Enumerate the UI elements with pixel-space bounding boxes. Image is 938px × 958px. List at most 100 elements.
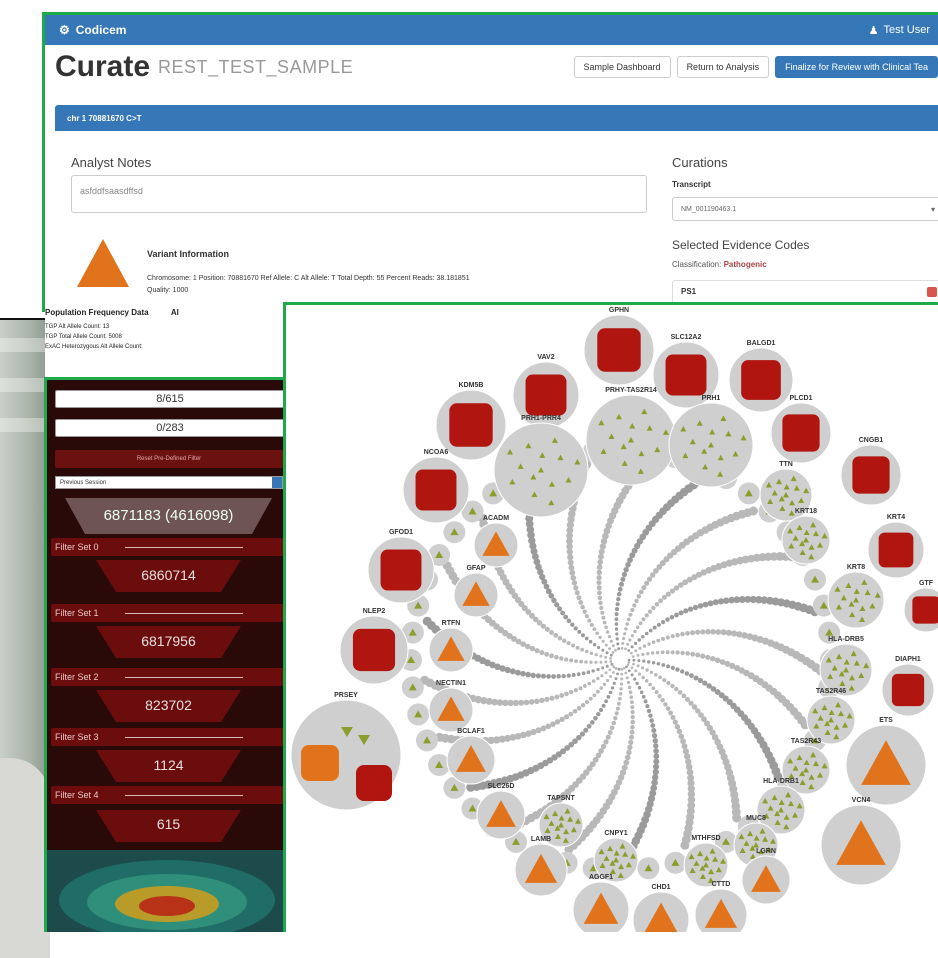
gene-dot[interactable] <box>597 559 604 565</box>
gene-dot[interactable] <box>636 653 640 657</box>
gene-dot[interactable] <box>549 695 555 701</box>
gene-dot[interactable] <box>644 580 650 586</box>
gene-dot[interactable] <box>611 644 615 648</box>
gene-dot[interactable] <box>683 608 689 614</box>
gene-dot[interactable] <box>643 699 648 704</box>
gene-dot[interactable] <box>568 564 575 571</box>
gene-dot[interactable] <box>626 680 631 685</box>
gene-dot[interactable] <box>617 667 621 671</box>
gene-dot[interactable] <box>633 629 637 634</box>
gene-dot[interactable] <box>580 647 584 652</box>
gene-dot[interactable] <box>675 667 680 672</box>
gene-dot[interactable] <box>598 707 604 713</box>
app-brand[interactable]: ⚙ Codicem <box>59 23 126 37</box>
filter-set-row[interactable]: Filter Set 4 <box>51 786 284 804</box>
gene-dot[interactable] <box>546 674 551 679</box>
gene-dot[interactable] <box>615 637 619 641</box>
gene-dot[interactable] <box>612 681 616 685</box>
gene-dot[interactable] <box>685 630 690 636</box>
gene-dot[interactable] <box>634 598 639 604</box>
gene-dot[interactable] <box>614 666 618 670</box>
gene-dot[interactable] <box>663 702 668 707</box>
gene-dot[interactable] <box>574 659 578 663</box>
gene-dot[interactable] <box>614 627 619 631</box>
filter-set-row[interactable]: Filter Set 0 <box>51 538 284 556</box>
gene-dot[interactable] <box>661 663 666 667</box>
gene-dot[interactable] <box>615 602 620 607</box>
gene-dot[interactable] <box>684 753 691 760</box>
gene-dot[interactable] <box>619 687 623 691</box>
gene-dot[interactable] <box>614 648 617 652</box>
gene-dot[interactable] <box>597 645 601 650</box>
gene-dot[interactable] <box>610 686 615 690</box>
gene-dot[interactable] <box>634 669 638 673</box>
gene-dot[interactable] <box>630 651 633 655</box>
gene-dot[interactable] <box>569 569 576 576</box>
gene-dot[interactable] <box>566 673 571 678</box>
gene-dot[interactable] <box>666 664 671 669</box>
gene-dot[interactable] <box>569 689 574 695</box>
gene-dot[interactable] <box>607 635 611 639</box>
gene-dot[interactable] <box>569 658 574 663</box>
gene-dot[interactable] <box>627 685 632 690</box>
gene-dot[interactable] <box>608 690 613 695</box>
gene-dot[interactable] <box>620 677 624 681</box>
gene-dot[interactable] <box>630 645 634 649</box>
gene-dot[interactable] <box>675 650 680 655</box>
gene-dot[interactable] <box>630 673 634 677</box>
gene-dot[interactable] <box>596 580 602 586</box>
transcript-select[interactable]: NM_001190463.1 ▾ <box>672 197 938 221</box>
gene-bubble-diaph1[interactable]: DIAPH1 <box>881 656 935 717</box>
gene-dot[interactable] <box>594 660 598 664</box>
gene-dot[interactable] <box>620 672 624 676</box>
gene-dot[interactable] <box>730 630 738 637</box>
gene-dot[interactable] <box>680 840 690 850</box>
gene-dot[interactable] <box>556 674 561 679</box>
gene-dot[interactable] <box>593 716 598 721</box>
gene-dot[interactable] <box>561 673 566 679</box>
gene-dot[interactable] <box>625 665 628 669</box>
gene-dot[interactable] <box>670 683 675 689</box>
gene-dot[interactable] <box>665 591 671 597</box>
gene-dot[interactable] <box>652 733 658 739</box>
user-menu[interactable]: ♟ Test User <box>869 24 930 37</box>
gene-dot[interactable] <box>715 629 722 635</box>
gene-dot[interactable] <box>637 686 642 690</box>
gene-dot[interactable] <box>666 680 671 686</box>
gene-dot[interactable] <box>598 635 602 640</box>
gene-dot[interactable] <box>648 713 653 718</box>
gene-dot[interactable] <box>596 585 602 591</box>
gene-dot[interactable] <box>657 694 662 699</box>
gene-dot[interactable] <box>629 729 635 735</box>
gene-dot[interactable] <box>662 678 667 683</box>
gene-dot[interactable] <box>674 686 679 692</box>
gene-dot[interactable] <box>541 673 546 679</box>
gene-dot[interactable] <box>714 657 721 664</box>
gene-dot[interactable] <box>583 684 587 688</box>
gene-dot[interactable] <box>592 693 597 698</box>
gene-dot[interactable] <box>654 673 658 677</box>
filter-set-row[interactable]: Filter Set 1 <box>51 604 284 622</box>
gene-dot[interactable] <box>574 590 580 596</box>
gene-dot[interactable] <box>628 612 633 617</box>
gene-dot[interactable] <box>672 719 678 725</box>
gene-dot[interactable] <box>626 617 631 622</box>
gene-dot[interactable] <box>652 625 657 630</box>
gene-dot[interactable] <box>630 607 635 613</box>
gene-dot[interactable] <box>646 652 650 656</box>
gene-dot[interactable] <box>607 730 613 735</box>
gene-dot[interactable] <box>636 594 642 599</box>
gene-dot[interactable] <box>603 739 609 745</box>
gene-dot[interactable] <box>700 653 706 659</box>
gene-dot[interactable] <box>581 671 586 676</box>
gene-dot[interactable] <box>653 748 659 754</box>
gene-dot[interactable] <box>562 638 567 643</box>
gene-dot[interactable] <box>620 576 626 582</box>
gene-dot[interactable] <box>520 670 526 677</box>
gene-bubble-cngb1[interactable]: CNGB1 <box>840 437 902 506</box>
gene-dot[interactable] <box>655 650 660 655</box>
gene-dot[interactable] <box>620 667 623 671</box>
gene-bubble-gfod1[interactable]: GFOD1 <box>367 529 435 604</box>
gene-dot[interactable] <box>422 616 432 626</box>
gene-dot[interactable] <box>605 664 609 668</box>
